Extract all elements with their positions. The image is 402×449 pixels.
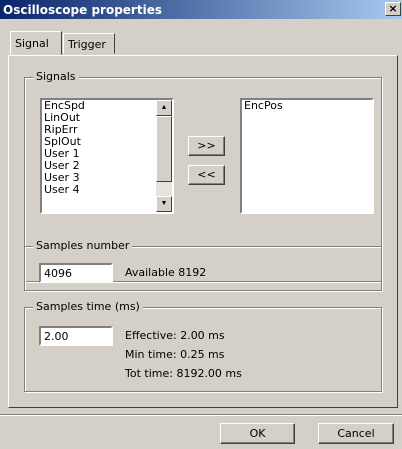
- samples-time-group: Samples time (ms) 2.00 Effective: 2.00 m…: [24, 300, 382, 392]
- samples-time-input[interactable]: 2.00: [39, 326, 113, 346]
- tab-trigger[interactable]: Trigger: [63, 33, 115, 54]
- samples-time-legend: Samples time (ms): [33, 300, 143, 313]
- available-list-scrollbar[interactable]: ▲ ▼: [156, 100, 172, 212]
- effective-time-label: Effective: 2.00 ms: [125, 329, 225, 342]
- footer-divider: [0, 414, 402, 416]
- samples-number-group: Samples number 4096 Available 8192: [24, 239, 382, 291]
- available-samples-label: Available 8192: [125, 266, 207, 279]
- close-icon[interactable]: ×: [385, 2, 401, 16]
- ok-button[interactable]: OK: [220, 423, 295, 444]
- signals-legend: Signals: [33, 70, 79, 83]
- selected-signals-list[interactable]: EncPos: [240, 98, 374, 214]
- cancel-button[interactable]: Cancel: [318, 423, 394, 444]
- list-item[interactable]: User 4: [42, 184, 172, 196]
- tab-panel-signal: Signals EncSpd LinOut RipErr SplOut User 1 Us…: [8, 55, 398, 408]
- scroll-up-arrow-icon[interactable]: ▲: [156, 100, 172, 116]
- window-title: Oscilloscope properties: [3, 3, 162, 17]
- samples-number-input[interactable]: 4096: [39, 263, 113, 283]
- tab-signal[interactable]: Signal: [10, 31, 62, 55]
- add-signal-button[interactable]: >>: [188, 136, 225, 156]
- title-bar: Oscilloscope properties ×: [0, 0, 402, 19]
- available-signals-list[interactable]: EncSpd LinOut RipErr SplOut User 1 User 2 User…: [40, 98, 174, 214]
- samples-number-legend: Samples number: [33, 239, 133, 252]
- scroll-down-arrow-icon[interactable]: ▼: [156, 196, 172, 212]
- min-time-label: Min time: 0.25 ms: [125, 348, 225, 361]
- list-item[interactable]: EncPos: [242, 100, 372, 112]
- remove-signal-button[interactable]: <<: [188, 165, 225, 185]
- scrollbar-thumb[interactable]: [156, 116, 172, 182]
- tot-time-label: Tot time: 8192.00 ms: [125, 367, 242, 380]
